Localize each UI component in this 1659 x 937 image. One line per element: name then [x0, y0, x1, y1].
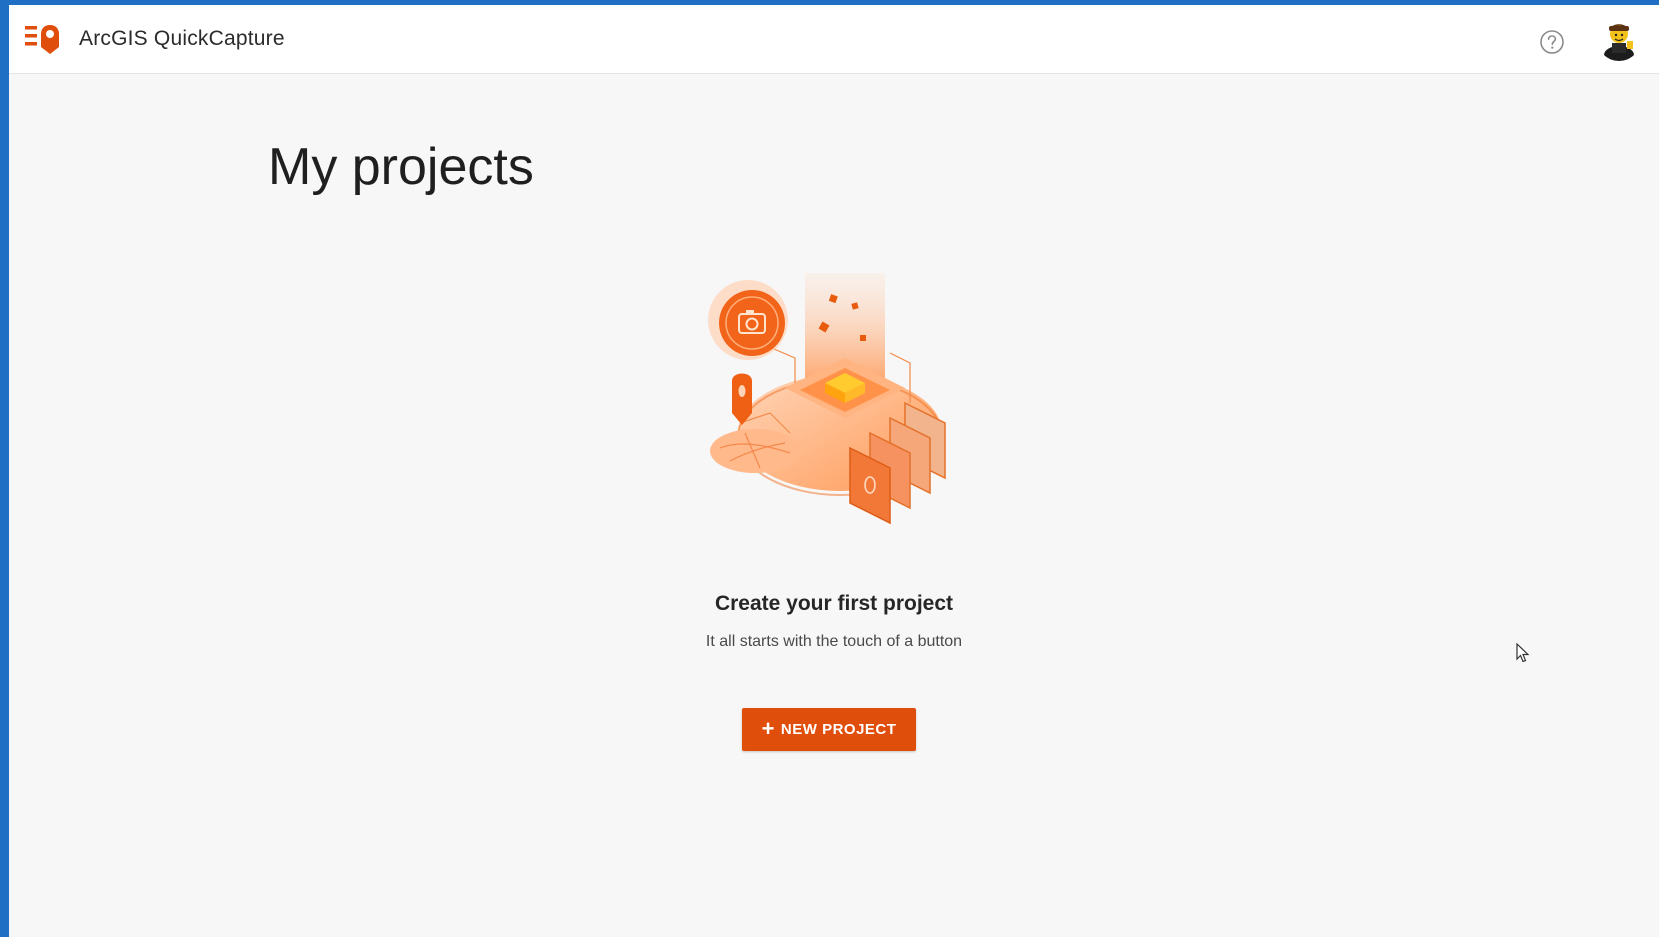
project-illustration [708, 273, 946, 525]
empty-state-heading: Create your first project [714, 592, 954, 615]
new-project-label: NEW PROJECT [780, 721, 897, 738]
quickcapture-logo-icon[interactable] [25, 23, 63, 55]
app-window: ArcGIS QuickCapture My projects Create y… [9, 5, 1659, 937]
help-circle-icon[interactable] [1539, 29, 1565, 55]
empty-state-subtext: It all starts with the touch of a button [705, 633, 963, 650]
user-avatar[interactable] [1597, 17, 1641, 61]
mouse-cursor-icon [1516, 643, 1530, 663]
app-title: ArcGIS QuickCapture [79, 27, 285, 50]
page-title: My projects [268, 138, 534, 196]
plus-icon: + [761, 715, 775, 741]
top-navigation-bar: ArcGIS QuickCapture [9, 5, 1659, 74]
new-project-button[interactable]: + NEW PROJECT [742, 708, 916, 751]
